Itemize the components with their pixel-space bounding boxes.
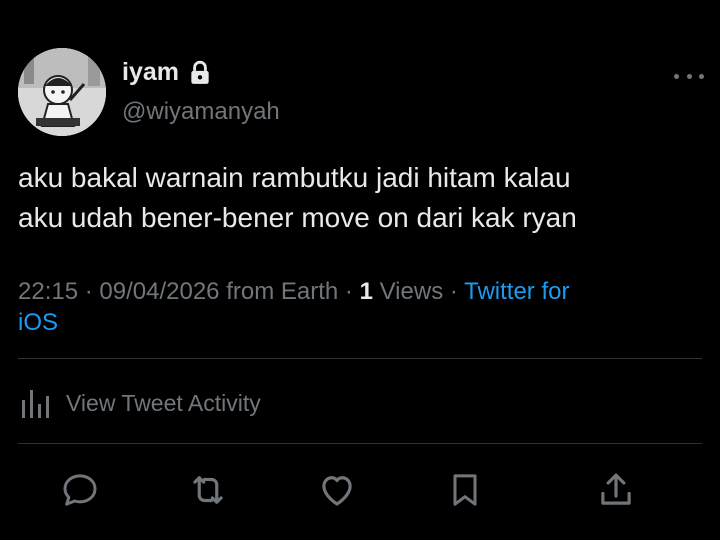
bookmark-icon xyxy=(453,474,477,506)
share-icon xyxy=(601,473,631,505)
reply-icon xyxy=(63,474,97,506)
tweet-date[interactable]: 09/04/2026 xyxy=(99,278,219,305)
divider xyxy=(18,358,702,359)
tweet-text: aku bakal warnain rambutku jadi hitam ka… xyxy=(18,158,698,238)
tweet-time[interactable]: 22:15 xyxy=(18,278,78,305)
more-options-icon[interactable] xyxy=(674,66,704,86)
meta-separator: · xyxy=(344,278,353,305)
view-tweet-activity-button[interactable]: View Tweet Activity xyxy=(18,378,261,428)
source-link[interactable]: Twitter for xyxy=(464,278,569,305)
action-bar xyxy=(0,462,720,518)
retweet-icon xyxy=(193,476,223,504)
meta-separator: · xyxy=(449,278,458,305)
heart-icon xyxy=(322,476,352,506)
reply-button[interactable] xyxy=(58,468,102,512)
share-button[interactable] xyxy=(594,468,638,512)
view-tweet-activity-label: View Tweet Activity xyxy=(66,389,261,416)
tweet-location: from Earth xyxy=(226,278,339,305)
lock-icon xyxy=(191,60,209,84)
views-label: Views xyxy=(379,278,444,305)
source-link-cont[interactable]: iOS xyxy=(18,309,58,336)
avatar[interactable] xyxy=(18,48,106,136)
meta-separator: · xyxy=(84,278,93,305)
tweet-meta: 22:15 · 09/04/2026 from Earth · 1 Views … xyxy=(18,276,698,338)
avatar-image xyxy=(18,48,106,136)
user-name[interactable]: iyam xyxy=(122,58,179,87)
divider xyxy=(18,443,702,444)
user-handle[interactable]: @wiyamanyah xyxy=(122,98,280,126)
like-button[interactable] xyxy=(315,468,359,512)
user-name-row[interactable]: iyam xyxy=(122,58,213,87)
tweet-text-line: aku udah bener-bener move on dari kak ry… xyxy=(18,202,577,233)
bar-chart-icon xyxy=(22,390,49,418)
retweet-button[interactable] xyxy=(186,468,230,512)
tweet-text-line: aku bakal warnain rambutku jadi hitam ka… xyxy=(18,162,571,193)
views-count: 1 xyxy=(359,278,373,305)
bookmark-button[interactable] xyxy=(443,468,487,512)
